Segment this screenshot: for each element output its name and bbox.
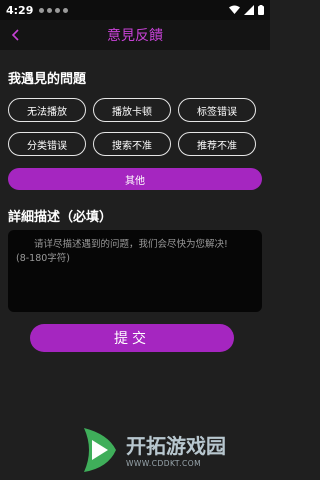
tag-recommend-inaccurate[interactable]: 推荐不准 — [178, 132, 256, 156]
tag-category-error[interactable]: 分类错误 — [8, 132, 86, 156]
back-arrow-icon[interactable] — [8, 27, 24, 43]
status-icons — [229, 5, 264, 15]
other-button[interactable]: 其他 — [8, 168, 262, 190]
textarea-placeholder-line2: (8-180字符) — [16, 253, 71, 264]
leaf-logo-icon — [84, 428, 116, 472]
watermark-name: 开拓游戏园 — [126, 433, 226, 458]
status-bar: 4:29 — [0, 0, 270, 20]
notification-dots — [39, 7, 69, 13]
details-section-title: 詳細描述（必填） — [8, 210, 113, 225]
tag-search-inaccurate[interactable]: 搜索不准 — [93, 132, 171, 156]
battery-icon — [258, 5, 264, 15]
textarea-placeholder-line1: 请详尽描述遇到的问题，我们会尽快为您解决! — [34, 239, 228, 250]
description-textarea[interactable]: 请详尽描述遇到的问题，我们会尽快为您解决! (8-180字符) — [8, 230, 262, 312]
status-time: 4:29 — [6, 3, 34, 17]
tag-playback-lag[interactable]: 播放卡顿 — [93, 98, 171, 122]
page-title: 意見反饋 — [107, 28, 163, 44]
watermark-text: 开拓游戏园 WWW.CDDKT.COM — [126, 433, 226, 468]
wifi-icon — [229, 5, 240, 14]
tag-label-error[interactable]: 标签错误 — [178, 98, 256, 122]
submit-button[interactable]: 提交 — [30, 324, 234, 352]
site-watermark: 开拓游戏园 WWW.CDDKT.COM — [78, 420, 270, 480]
tag-cannot-play[interactable]: 无法播放 — [8, 98, 86, 122]
signal-icon — [244, 5, 254, 15]
app-header: 意見反饋 — [0, 20, 270, 50]
watermark-url: WWW.CDDKT.COM — [126, 458, 202, 468]
problems-section-title: 我遇見的問題 — [8, 72, 87, 87]
